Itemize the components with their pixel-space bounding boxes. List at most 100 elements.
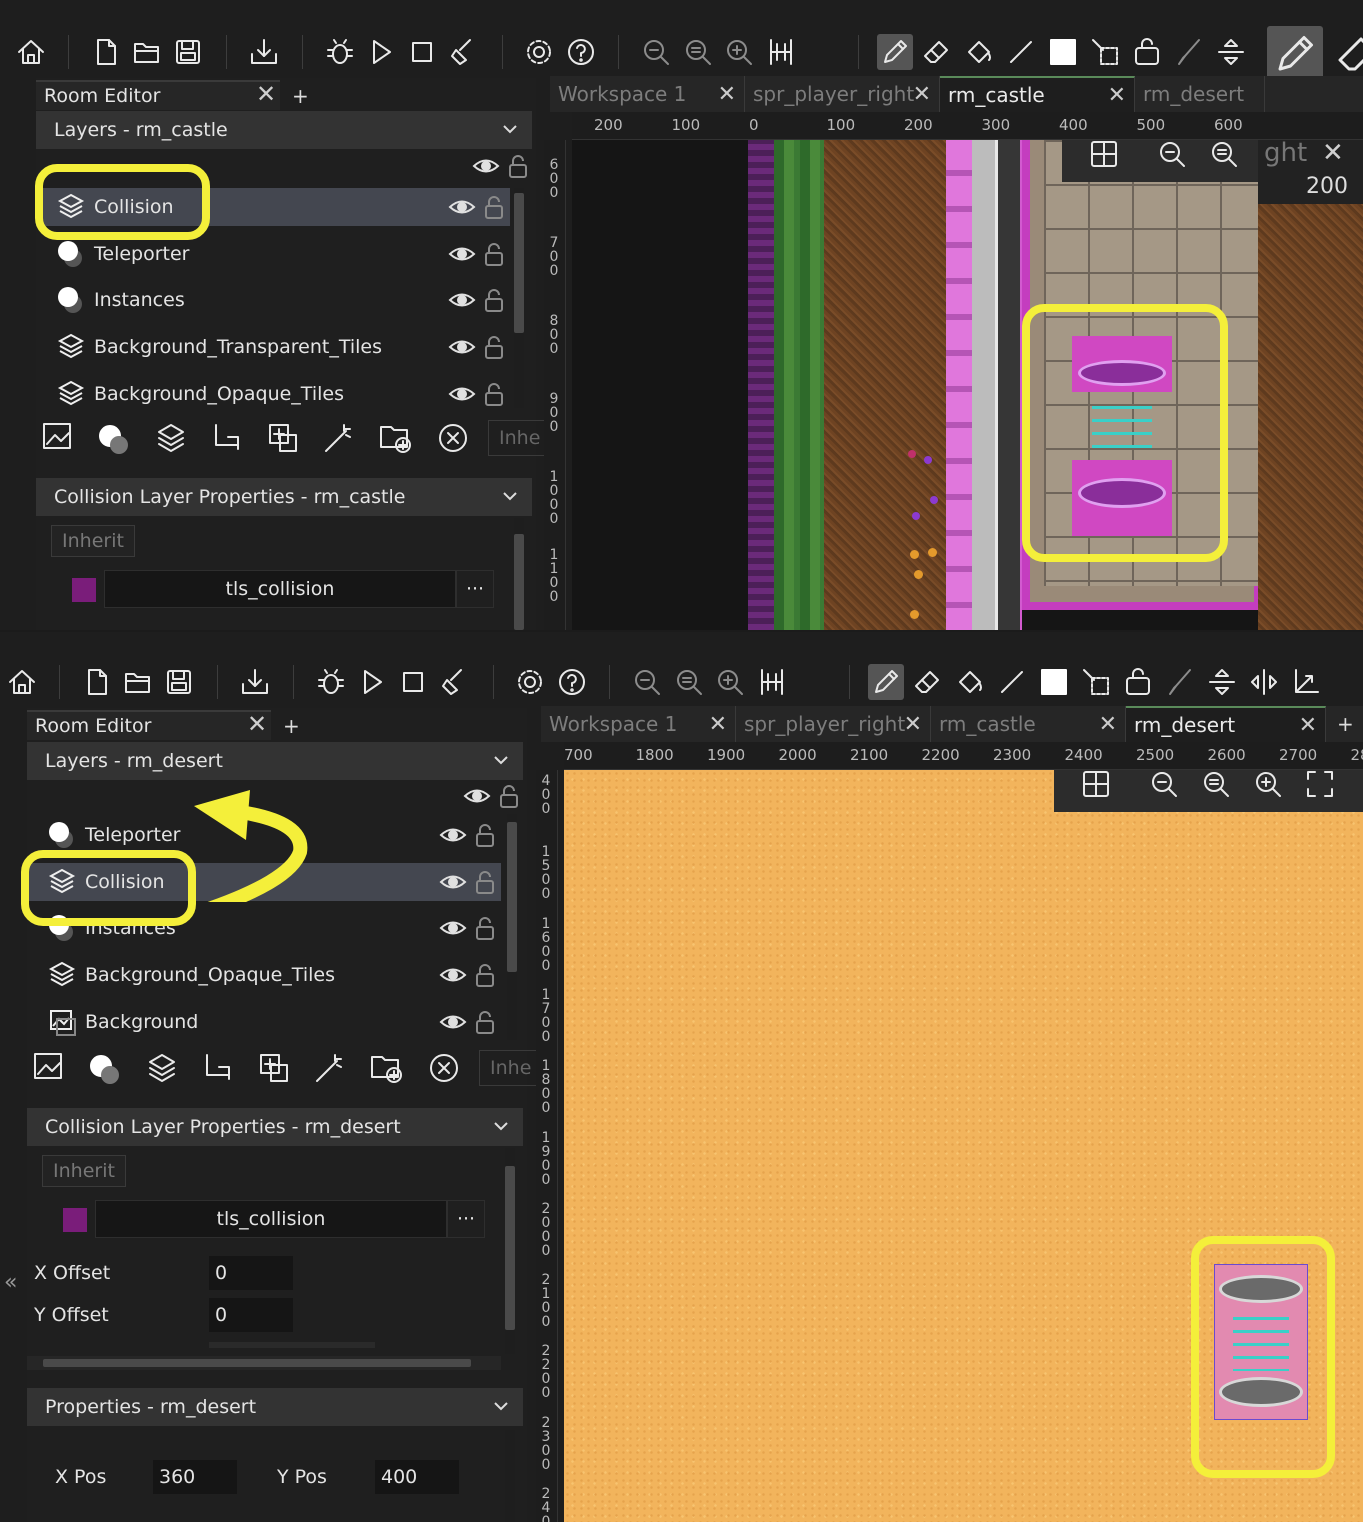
lock-icon[interactable] xyxy=(480,380,508,408)
debug-icon[interactable] xyxy=(313,664,349,700)
chevron-down-icon[interactable] xyxy=(491,1116,511,1136)
new-file-icon[interactable] xyxy=(79,664,115,700)
eye-icon[interactable] xyxy=(439,961,467,989)
select-tool-icon[interactable] xyxy=(1078,664,1114,700)
document-tab[interactable]: rm_desert xyxy=(1135,76,1265,112)
eye-icon[interactable] xyxy=(448,333,476,361)
lock-icon[interactable] xyxy=(471,1008,499,1036)
layers-section-header[interactable]: Layers - rm_desert xyxy=(27,742,523,780)
collision-color-swatch[interactable] xyxy=(72,578,96,602)
add-path-layer-icon[interactable] xyxy=(196,1046,240,1090)
layer-row[interactable]: Background_Opaque_Tiles xyxy=(36,375,510,413)
close-icon[interactable]: ✕ xyxy=(1299,713,1317,738)
close-icon[interactable]: ✕ xyxy=(718,82,736,107)
open-folder-icon[interactable] xyxy=(129,34,165,70)
lock-icon[interactable] xyxy=(471,868,499,896)
close-icon[interactable]: ✕ xyxy=(247,710,267,738)
zoom-in-icon[interactable] xyxy=(712,664,748,700)
tileset-more-button[interactable]: ··· xyxy=(456,570,494,608)
flip-vertical-icon[interactable] xyxy=(1204,664,1240,700)
room-editor-tab[interactable]: Room Editor xyxy=(36,80,280,110)
add-path-layer-icon[interactable] xyxy=(205,416,249,460)
zoom-reset-icon[interactable] xyxy=(1198,770,1234,802)
y-offset-input[interactable]: 0 xyxy=(209,1298,293,1332)
eraser-tool-icon[interactable] xyxy=(910,664,946,700)
layers-scrollbar[interactable] xyxy=(507,822,517,972)
close-icon[interactable]: ✕ xyxy=(904,712,922,737)
add-tab-button[interactable]: + xyxy=(283,714,300,738)
flip-horizontal-icon[interactable] xyxy=(1246,664,1282,700)
eraser-tool-icon[interactable] xyxy=(919,34,955,70)
inherit-button-cut[interactable]: Inhe xyxy=(479,1050,539,1086)
document-tab[interactable]: rm_castle ✕ xyxy=(931,706,1126,742)
run-icon[interactable] xyxy=(354,664,390,700)
add-document-button[interactable]: + xyxy=(1337,712,1354,736)
chevron-down-icon[interactable] xyxy=(500,486,520,506)
document-tab[interactable]: Workspace 1 ✕ xyxy=(541,706,736,742)
clean-icon[interactable] xyxy=(446,34,482,70)
debug-icon[interactable] xyxy=(322,34,358,70)
x-offset-input[interactable]: 0 xyxy=(209,1256,293,1290)
fill-tool-icon[interactable] xyxy=(952,664,988,700)
chevron-down-icon[interactable] xyxy=(500,119,520,139)
home-icon[interactable] xyxy=(13,34,49,70)
collision-properties-header[interactable]: Collision Layer Properties - rm_desert xyxy=(27,1108,523,1146)
eraser-tool-icon-large[interactable] xyxy=(1330,26,1363,82)
x-pos-input[interactable]: 360 xyxy=(153,1460,237,1494)
layer-row[interactable]: Instances xyxy=(36,281,510,319)
close-icon[interactable]: ✕ xyxy=(1322,140,1344,168)
lock-icon[interactable] xyxy=(480,286,508,314)
lock-icon[interactable] xyxy=(471,821,499,849)
collapse-panel-button[interactable]: « xyxy=(4,1270,17,1295)
stop-icon[interactable] xyxy=(395,664,431,700)
stop-icon[interactable] xyxy=(404,34,440,70)
zoom-in-icon[interactable] xyxy=(1250,770,1286,802)
toggle-view-icon[interactable] xyxy=(763,34,799,70)
lock-icon[interactable] xyxy=(480,240,508,268)
rectangle-tool-icon[interactable] xyxy=(1045,34,1081,70)
grid-icon[interactable] xyxy=(1078,770,1114,802)
zoom-out-icon[interactable] xyxy=(1146,770,1182,802)
document-tab[interactable]: spr_player_right ✕ xyxy=(745,76,940,112)
delete-layer-icon[interactable] xyxy=(431,416,475,460)
eye-icon[interactable] xyxy=(448,240,476,268)
layer-row[interactable]: Background_Opaque_Tiles xyxy=(27,956,501,994)
layer-row[interactable]: Teleporter xyxy=(36,235,510,273)
save-icon[interactable] xyxy=(170,34,206,70)
export-icon[interactable] xyxy=(246,34,282,70)
inherit-button-cut[interactable]: Inhe xyxy=(488,420,548,456)
add-tab-button[interactable]: + xyxy=(292,84,309,108)
add-folder-icon[interactable] xyxy=(374,416,418,460)
line-tool-icon[interactable] xyxy=(1003,34,1039,70)
brush-tool-icon[interactable] xyxy=(1162,664,1198,700)
help-icon[interactable] xyxy=(563,34,599,70)
settings-icon[interactable] xyxy=(521,34,557,70)
line-tool-icon[interactable] xyxy=(994,664,1030,700)
lock-icon[interactable] xyxy=(495,782,523,810)
flip-vertical-icon[interactable] xyxy=(1213,34,1249,70)
lock-icon[interactable] xyxy=(471,961,499,989)
room-properties-header[interactable]: Properties - rm_desert xyxy=(27,1388,523,1426)
layer-row[interactable]: Background xyxy=(27,1003,501,1041)
chevron-down-icon[interactable] xyxy=(491,1396,511,1416)
lock-icon[interactable] xyxy=(504,152,532,180)
settings-icon[interactable] xyxy=(512,664,548,700)
add-folder-icon[interactable] xyxy=(365,1046,409,1090)
add-effect-layer-icon[interactable] xyxy=(308,1046,352,1090)
document-tab[interactable]: rm_desert ✕ xyxy=(1126,706,1326,742)
add-asset-layer-icon[interactable] xyxy=(261,416,305,460)
inherit-tool-icon[interactable] xyxy=(1120,664,1156,700)
document-tab[interactable]: spr_player_right ✕ xyxy=(736,706,931,742)
lock-icon[interactable] xyxy=(480,333,508,361)
eye-icon[interactable] xyxy=(472,152,500,180)
room-editor-tab[interactable]: Room Editor xyxy=(27,710,271,740)
eye-icon[interactable] xyxy=(448,286,476,314)
eye-icon[interactable] xyxy=(439,821,467,849)
inherit-tool-icon[interactable] xyxy=(1129,34,1165,70)
add-instance-layer-icon[interactable] xyxy=(92,416,136,460)
rectangle-tool-icon[interactable] xyxy=(1036,664,1072,700)
open-folder-icon[interactable] xyxy=(120,664,156,700)
add-background-layer-icon[interactable] xyxy=(36,416,80,460)
close-icon[interactable]: ✕ xyxy=(709,712,727,737)
pencil-tool-icon[interactable] xyxy=(877,34,913,70)
